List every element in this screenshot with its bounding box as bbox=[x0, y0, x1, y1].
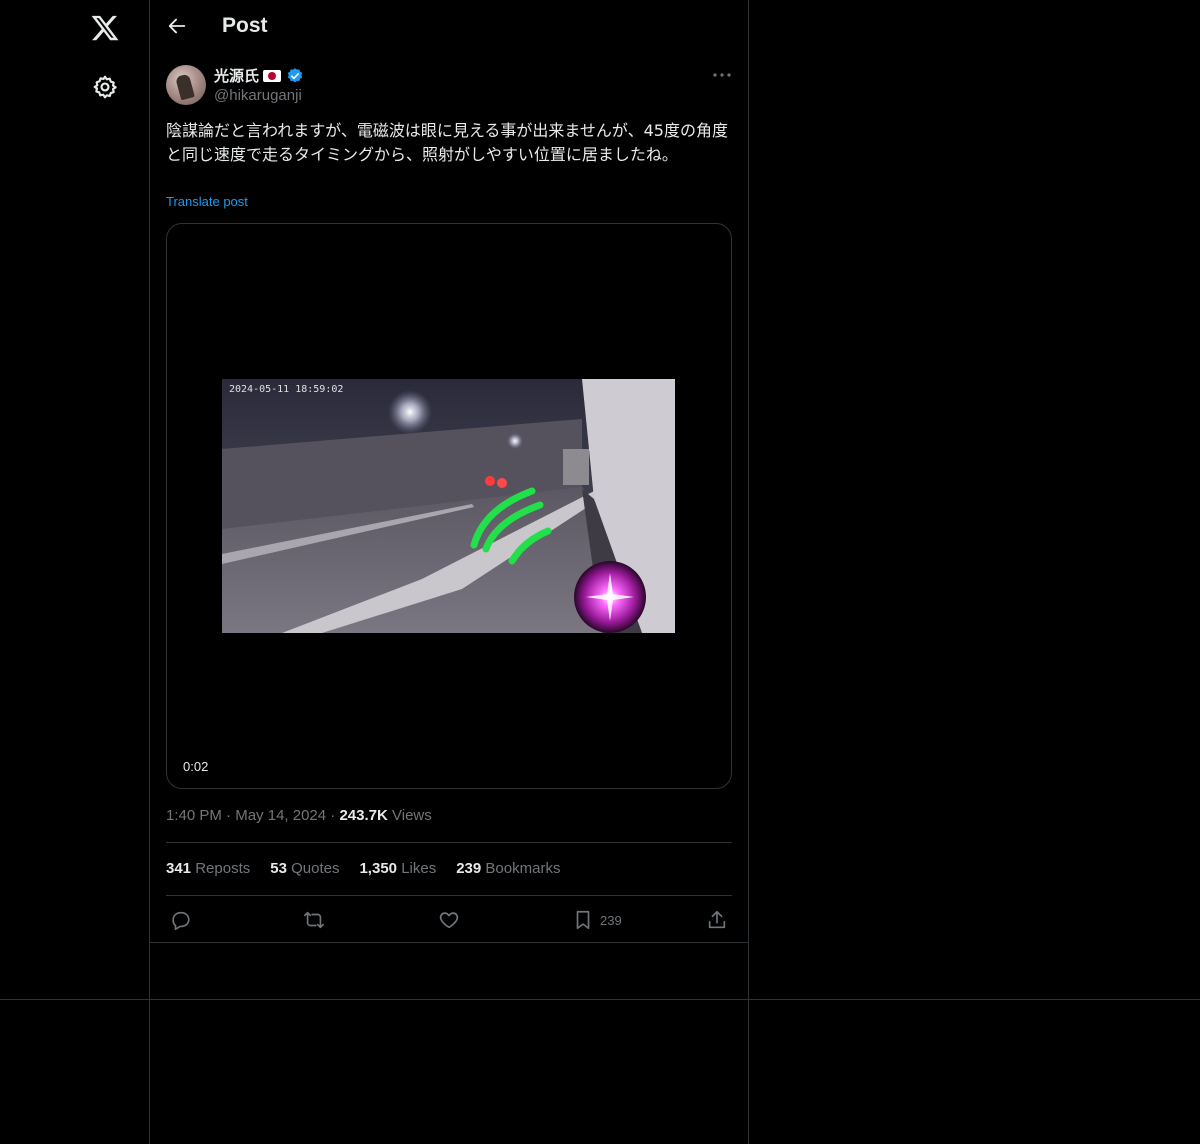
bookmark-icon bbox=[576, 910, 590, 930]
post-meta: 1:40 PM · May 14, 2024 · 243.7K Views bbox=[166, 807, 432, 824]
bookmark-button[interactable]: 239 bbox=[572, 908, 622, 932]
left-nav bbox=[0, 0, 150, 1144]
repost-icon bbox=[304, 911, 324, 929]
divider bbox=[150, 942, 748, 943]
bookmark-count: 239 bbox=[600, 912, 622, 928]
meta-dot: · bbox=[226, 807, 236, 824]
video-time: 0:02 bbox=[183, 759, 209, 774]
repost-button[interactable] bbox=[303, 908, 325, 932]
avatar[interactable] bbox=[166, 65, 206, 105]
post-stats: 341 Reposts 53 Quotes 1,350 Likes 239 Bo… bbox=[166, 860, 560, 877]
author-handle[interactable]: @hikaruganji bbox=[214, 87, 302, 104]
views-label: Views bbox=[392, 807, 432, 824]
post-column: Post 光源氏 @hikaruganji 陰謀論だと言われますが、電磁波は眼に… bbox=[150, 0, 749, 1144]
video-player[interactable]: 2024-05-11 18:59:02 0:02 bbox=[166, 223, 732, 789]
author-name-text: 光源氏 bbox=[214, 68, 260, 85]
action-bar: 239 bbox=[166, 905, 732, 935]
reposts-stat[interactable]: 341 Reposts bbox=[166, 860, 250, 877]
post-date[interactable]: May 14, 2024 bbox=[235, 807, 326, 824]
quotes-stat[interactable]: 53 Quotes bbox=[270, 860, 339, 877]
page: Post 光源氏 @hikaruganji 陰謀論だと言われますが、電磁波は眼に… bbox=[0, 0, 1200, 1144]
share-icon bbox=[708, 910, 726, 929]
share-button[interactable] bbox=[706, 908, 728, 932]
translate-post-link[interactable]: Translate post bbox=[166, 194, 248, 209]
x-logo-icon[interactable] bbox=[90, 13, 120, 43]
divider bbox=[166, 842, 732, 843]
bookmarks-stat[interactable]: 239 Bookmarks bbox=[456, 860, 560, 877]
reply-button[interactable] bbox=[170, 908, 192, 932]
post-text: 陰謀論だと言われますが、電磁波は眼に見える事が出来ませんが、45度の角度と同じ速… bbox=[166, 121, 728, 164]
author-name[interactable]: 光源氏 bbox=[214, 65, 304, 86]
back-arrow-icon[interactable] bbox=[166, 15, 188, 37]
more-options-icon[interactable] bbox=[712, 70, 732, 80]
header: Post bbox=[150, 0, 748, 53]
japan-flag-icon bbox=[263, 69, 282, 82]
like-button[interactable] bbox=[438, 908, 460, 932]
divider bbox=[0, 999, 1200, 1000]
video-frame[interactable]: 2024-05-11 18:59:02 bbox=[222, 379, 675, 633]
divider bbox=[166, 895, 732, 896]
video-timestamp-overlay: 2024-05-11 18:59:02 bbox=[229, 384, 343, 395]
gear-icon[interactable] bbox=[92, 74, 118, 100]
heart-icon bbox=[439, 912, 459, 929]
views-count: 243.7K bbox=[339, 807, 388, 824]
likes-stat[interactable]: 1,350 Likes bbox=[359, 860, 436, 877]
verified-badge-icon bbox=[287, 67, 303, 82]
page-title: Post bbox=[222, 14, 268, 37]
post-time[interactable]: 1:40 PM bbox=[166, 807, 222, 824]
reply-icon bbox=[172, 911, 190, 930]
